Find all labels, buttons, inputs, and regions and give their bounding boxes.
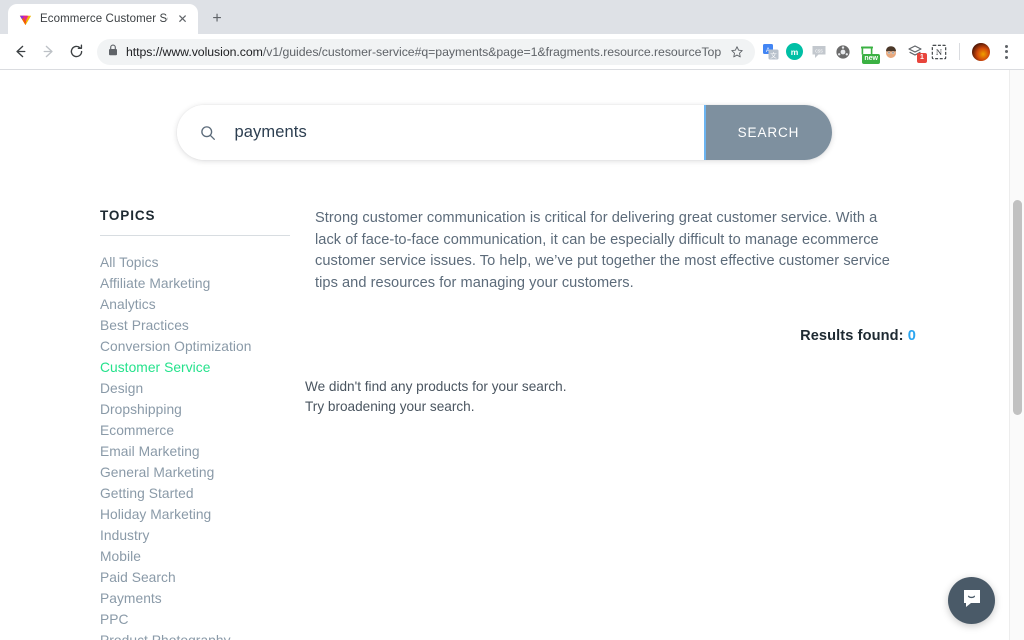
sidebar-item-paid-search[interactable]: Paid Search [100, 567, 308, 588]
volusion-logo-icon [18, 12, 33, 27]
topics-sidebar: TOPICS All Topics Affiliate Marketing Anal… [100, 208, 308, 640]
close-icon[interactable]: ✕ [175, 12, 190, 27]
lock-icon [108, 43, 118, 61]
sidebar-item-dropshipping[interactable]: Dropshipping [100, 399, 308, 420]
reload-button[interactable] [63, 39, 89, 65]
forward-button[interactable] [35, 39, 61, 65]
search-bar: payments SEARCH [176, 105, 832, 160]
notion-web-clipper-extension-icon[interactable]: N [930, 43, 947, 60]
no-results-message: We didn't find any products for your sea… [305, 377, 916, 416]
sidebar-item-ecommerce[interactable]: Ecommerce [100, 420, 308, 441]
no-results-line-1: We didn't find any products for your sea… [305, 379, 567, 394]
sidebar-item-customer-service[interactable]: Customer Service [100, 357, 308, 378]
toolbar-divider [959, 43, 960, 60]
profile-avatar[interactable] [972, 42, 990, 61]
topics-divider [100, 235, 290, 236]
bookmark-star-icon[interactable] [729, 45, 745, 59]
search-icon [199, 124, 217, 142]
sidebar-item-mobile[interactable]: Mobile [100, 546, 308, 567]
sidebar-item-payments[interactable]: Payments [100, 588, 308, 609]
address-bar[interactable]: https://www.volusion.com/v1/guides/custo… [97, 38, 755, 65]
intro-paragraph: Strong customer communication is critica… [315, 210, 890, 291]
extension-badge: new [862, 54, 880, 64]
chat-bubble-smile-icon [960, 586, 984, 615]
extension-badge: 1 [917, 53, 927, 63]
new-tab-button[interactable]: + [203, 5, 231, 33]
sidebar-item-analytics[interactable]: Analytics [100, 294, 308, 315]
page-content: payments SEARCH TOPICS All Topics Affilia… [0, 70, 1008, 640]
css-viewer-extension-icon[interactable]: css [810, 43, 827, 60]
sidebar-item-email-marketing[interactable]: Email Marketing [100, 441, 308, 462]
layers-extension-icon[interactable]: 1 [906, 43, 927, 63]
bitmoji-extension-icon[interactable] [882, 43, 899, 60]
browser-tab[interactable]: Ecommerce Customer Service ✕ [8, 4, 198, 34]
svg-text:N: N [935, 47, 942, 57]
scrollbar-thumb[interactable] [1013, 200, 1022, 415]
sidebar-item-all-topics[interactable]: All Topics [100, 252, 308, 273]
svg-text:css: css [815, 48, 823, 54]
extensions-area: A文 m css new 1 N [762, 42, 1017, 64]
back-button[interactable] [7, 39, 33, 65]
sidebar-item-product-photography[interactable]: Product Photography [100, 630, 308, 640]
search-button[interactable]: SEARCH [703, 105, 832, 160]
sidebar-item-industry[interactable]: Industry [100, 525, 308, 546]
sidebar-item-holiday-marketing[interactable]: Holiday Marketing [100, 504, 308, 525]
sidebar-item-best-practices[interactable]: Best Practices [100, 315, 308, 336]
browser-window: Ecommerce Customer Service ✕ + ht [0, 0, 1024, 640]
page-viewport: payments SEARCH TOPICS All Topics Affilia… [0, 70, 1024, 640]
no-results-line-2: Try broadening your search. [305, 398, 475, 414]
sidebar-item-general-marketing[interactable]: General Marketing [100, 462, 308, 483]
page-scrollbar[interactable] [1009, 70, 1024, 640]
google-translate-extension-icon[interactable]: A文 [762, 43, 779, 60]
sidebar-item-conversion-optimization[interactable]: Conversion Optimization [100, 336, 308, 357]
sidebar-item-ppc[interactable]: PPC [100, 609, 308, 630]
results-found-label: Results found: [800, 328, 904, 344]
topics-heading: TOPICS [100, 208, 156, 223]
url-text: https://www.volusion.com/v1/guides/custo… [126, 45, 721, 59]
grammar-new-extension-icon[interactable]: new [858, 43, 880, 64]
sidebar-item-affiliate-marketing[interactable]: Affiliate Marketing [100, 273, 308, 294]
topics-list: All Topics Affiliate Marketing Analytics Be… [100, 252, 308, 640]
sidebar-item-getting-started[interactable]: Getting Started [100, 483, 308, 504]
results-count: 0 [907, 328, 916, 344]
results-found: Results found: 0 [315, 328, 916, 344]
browser-toolbar: https://www.volusion.com/v1/guides/custo… [0, 34, 1024, 70]
mailtrack-extension-icon[interactable]: m [786, 43, 803, 60]
main-column: Strong customer communication is critica… [305, 208, 1008, 640]
search-input-wrapper[interactable]: payments [176, 105, 704, 160]
tab-strip: Ecommerce Customer Service ✕ + [0, 0, 1024, 34]
tab-title: Ecommerce Customer Service [40, 13, 168, 25]
content-area: TOPICS All Topics Affiliate Marketing Anal… [0, 208, 1008, 640]
url-path: /v1/guides/customer-service#q=payments&p… [262, 44, 721, 59]
svg-text:文: 文 [770, 50, 777, 59]
url-host: https://www.volusion.com [126, 44, 263, 59]
intercom-chat-launcher[interactable] [948, 577, 995, 624]
search-input[interactable]: payments [235, 123, 307, 142]
wayback-machine-extension-icon[interactable] [834, 43, 851, 60]
browser-menu-button[interactable] [997, 42, 1015, 62]
sidebar-item-design[interactable]: Design [100, 378, 308, 399]
